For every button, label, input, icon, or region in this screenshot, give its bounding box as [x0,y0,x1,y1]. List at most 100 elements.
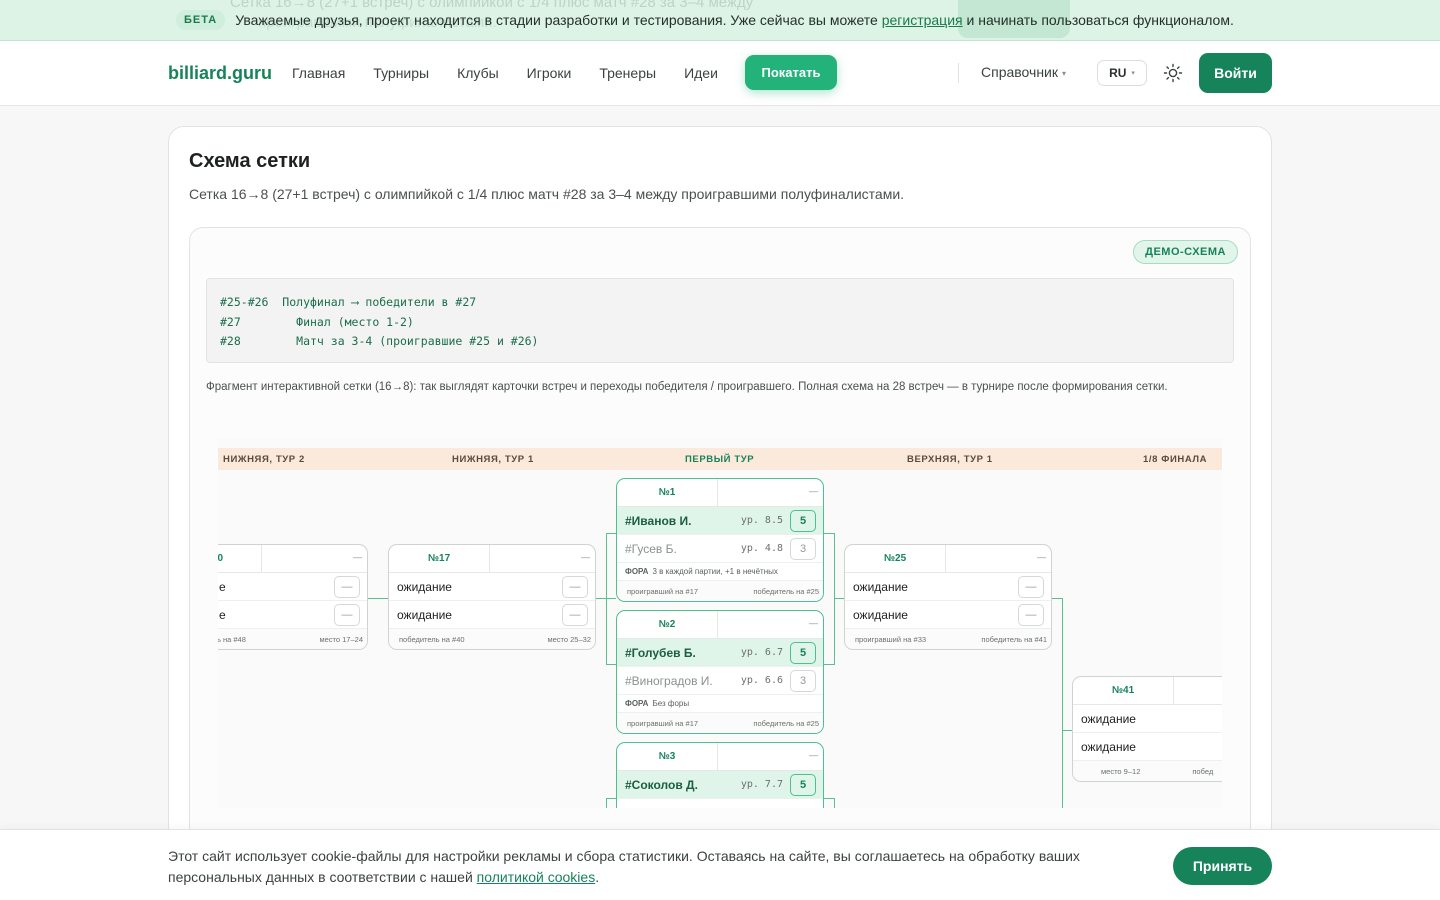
connector-line [834,798,835,808]
match-place: место 9–12 [1101,766,1141,776]
round-label: ПЕРВЫЙ ТУР [685,454,755,465]
score-box[interactable]: — [562,576,588,598]
reference-menu[interactable]: Справочник ▾ [981,64,1066,80]
player-row-winner[interactable]: #Соколов Д. ур. 7.7 5 [617,771,823,799]
match-card[interactable]: №25 — ожидание — ожидание — проигравший на … [844,544,1052,650]
player-row-loser[interactable]: #Виноградов И. ур. 6.6 3 [617,667,823,695]
demo-badge: ДЕМО-СХЕМА [1133,240,1238,264]
round-label: НИЖНЯЯ, ТУР 2 [223,454,305,465]
connector-line [606,533,616,534]
header-divider [958,63,959,83]
round-label: НИЖНЯЯ, ТУР 1 [452,454,534,465]
score-box[interactable]: 3 [790,670,816,692]
score-box[interactable]: — [1018,604,1044,626]
connector-line [606,798,616,799]
beta-badge: БЕТА [176,10,226,30]
connector-line [368,598,388,599]
match-number: №1 [617,479,718,506]
theme-toggle-icon[interactable] [1163,63,1183,83]
round-label: 1/8 ФИНАЛА [1143,454,1208,465]
player-row-winner[interactable]: #Голубев Б. ур. 6.7 5 [617,639,823,667]
page-title: Схема сетки [189,150,311,172]
player-level: ур. 6.6 [740,675,783,686]
connector-line [824,798,834,799]
chevron-down-icon: ▾ [1131,70,1135,77]
nav-coaches[interactable]: Тренеры [599,65,656,81]
handicap-info: ФОРА Без форы [617,695,823,713]
main-nav: Главная Турниры Клубы Игроки Тренеры Иде… [292,65,746,81]
nav-home[interactable]: Главная [292,65,345,81]
bracket-viewport[interactable]: НИЖНЯЯ, ТУР 2 НИЖНЯЯ, ТУР 1 ПЕРВЫЙ ТУР В… [218,438,1222,808]
connector-line [824,533,834,534]
match-route: победитель на #25 [753,586,819,596]
round-label: ВЕРХНЯЯ, ТУР 1 [907,454,993,465]
login-button[interactable]: Войти [1199,53,1272,93]
register-link[interactable]: регистрация [882,12,963,28]
match-place: место 25–32 [547,634,591,644]
connector-line [1052,598,1062,599]
match-number: №41 [1073,677,1174,704]
score-box[interactable]: 5 [790,774,816,796]
player-row[interactable]: ожидание — [389,601,595,629]
player-row[interactable]: е — [218,573,367,601]
connector-line [1062,730,1072,731]
nav-players[interactable]: Игроки [527,65,572,81]
match-card[interactable]: №17 — ожидание — ожидание — победитель на #… [388,544,596,650]
score-box[interactable]: — [334,576,360,598]
site-header: billiard.guru Главная Турниры Клубы Игро… [0,41,1440,106]
play-button[interactable]: Покатать [745,55,837,90]
player-row-winner[interactable]: #Иванов И. ур. 8.5 5 [617,507,823,535]
nav-ideas[interactable]: Идеи [684,65,718,81]
accept-cookies-button[interactable]: Принять [1173,847,1272,885]
score-box[interactable]: 5 [790,510,816,532]
connector-line [606,533,607,665]
match-number: №3 [617,743,718,770]
demo-panel: ДЕМО-СХЕМА #25-#26 Полуфинал ⟶ победител… [189,227,1251,867]
match-card[interactable]: №41 ожидание ожидание место 9–12 побед [1072,676,1222,782]
match-card[interactable]: №2— #Голубев Б. ур. 6.7 5 #Виноградов И. ур… [616,610,824,734]
player-row[interactable]: е — [218,601,367,629]
nav-clubs[interactable]: Клубы [457,65,499,81]
code-block: #25-#26 Полуфинал ⟶ победители в #27 #27… [206,278,1234,363]
score-box[interactable]: — [1018,576,1044,598]
player-row[interactable]: ожидание — [845,573,1051,601]
player-row-loser[interactable]: #Гусев Б. ур. 4.8 3 [617,535,823,563]
site-logo[interactable]: billiard.guru [168,63,272,84]
cookie-banner: Этот сайт использует cookie-файлы для на… [0,829,1440,900]
scheme-card: Схема сетки Сетка 16→8 (27+1 встреч) с о… [168,126,1272,886]
connector-line [606,664,616,665]
match-route: победитель на #40 [399,634,465,644]
match-card[interactable]: 0 — е— е— ь на #48 место 17–24 [218,544,368,650]
match-route: проигравший на #33 [855,634,927,644]
match-card[interactable]: №1— #Иванов И. ур. 8.5 5 #Гусев Б. ур. 4.8 3… [616,478,824,602]
player-row[interactable]: ожидание [1073,733,1222,761]
beta-banner: Сетка 16→8 (27+1 встреч) с олимпийкой с … [0,0,1440,41]
score-box[interactable]: 5 [790,642,816,664]
connector-line [606,798,607,808]
connector-line [1062,598,1063,808]
language-select[interactable]: RU ▾ [1097,60,1147,86]
cookie-policy-link[interactable]: политикой cookies [477,869,596,885]
score-box[interactable]: — [334,604,360,626]
connector-line [834,598,844,599]
match-card[interactable]: №3— #Соколов Д. ур. 7.7 5 [616,742,824,808]
match-route: проигравший на #17 [627,586,699,596]
match-number: №25 [845,545,946,572]
beta-text: Уважаемые друзья, проект находится в ста… [235,12,1234,28]
player-level: ур. 6.7 [740,647,783,658]
player-level: ур. 8.5 [740,515,783,526]
score-box[interactable]: 3 [790,538,816,560]
player-row[interactable] [617,799,823,808]
nav-tournaments[interactable]: Турниры [373,65,429,81]
score-box[interactable]: — [562,604,588,626]
player-row[interactable]: ожидание — [389,573,595,601]
match-number: №17 [389,545,490,572]
chevron-down-icon: ▾ [1062,68,1067,78]
player-row[interactable]: ожидание — [845,601,1051,629]
bracket-note: Фрагмент интерактивной сетки (16→8): так… [206,381,1168,393]
cookie-text: Этот сайт использует cookie-файлы для на… [168,848,1080,885]
player-level: ур. 7.7 [740,779,783,790]
page-subtitle: Сетка 16→8 (27+1 встреч) с олимпийкой с … [189,186,905,202]
connector-line [834,533,835,665]
player-row[interactable]: ожидание [1073,705,1222,733]
